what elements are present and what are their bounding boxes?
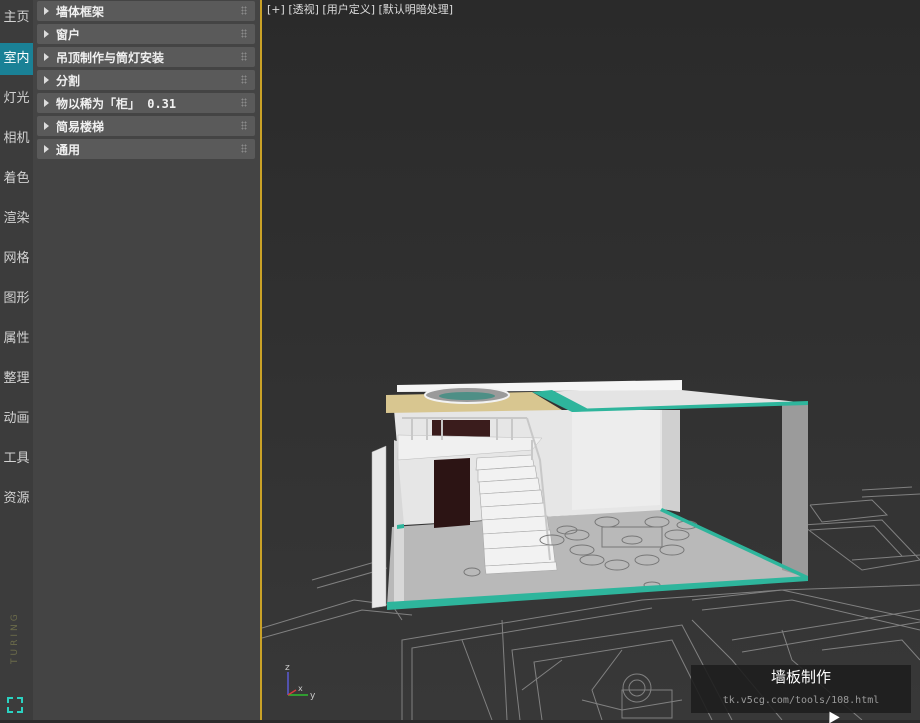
sidebar-tab-properties[interactable]: 属性 xyxy=(0,323,33,355)
sidebar-tabs: 主页 室内 灯光 相机 着色 渲染 网格 图形 属性 整理 动画 工具 资源 T… xyxy=(0,0,33,720)
axis-y-label: y xyxy=(310,691,316,701)
rollout-wall-frame[interactable]: 墙体框架 xyxy=(37,1,255,21)
rollout-simple-stairs[interactable]: 简易楼梯 xyxy=(37,116,255,136)
right-room-back-wall xyxy=(572,410,660,510)
rollout-ceiling-lights[interactable]: 吊顶制作与筒灯安装 xyxy=(37,47,255,67)
drag-grip-icon[interactable] xyxy=(241,98,247,107)
sidebar-tab-shape[interactable]: 图形 xyxy=(0,283,33,315)
sidebar-tab-animation[interactable]: 动画 xyxy=(0,403,33,435)
left-pillar xyxy=(371,445,387,609)
viewport-scene[interactable]: z y x xyxy=(262,0,920,720)
sidebar-tab-shading[interactable]: 着色 xyxy=(0,163,33,195)
rollout-cabinet[interactable]: 物以稀为「柜」 0.31 xyxy=(37,93,255,113)
viewport-label-menu: [+] [透视] [用户定义] [默认明暗处理] xyxy=(267,1,453,17)
sidebar-tab-organize[interactable]: 整理 xyxy=(0,363,33,395)
sidebar-tab-resources[interactable]: 资源 xyxy=(0,483,33,515)
drag-grip-icon[interactable] xyxy=(241,75,247,84)
sidebar-tab-lighting[interactable]: 灯光 xyxy=(0,83,33,115)
axis-z-label: z xyxy=(285,663,290,673)
rollout-windows[interactable]: 窗户 xyxy=(37,24,255,44)
rollout-label: 分割 xyxy=(56,74,81,88)
viewport-shading-menu[interactable]: [默认明暗处理] xyxy=(379,3,454,16)
axis-gizmo: z y x xyxy=(285,663,316,701)
rollout-label: 简易楼梯 xyxy=(56,120,105,134)
rollout-split[interactable]: 分割 xyxy=(37,70,255,90)
rollout-general[interactable]: 通用 xyxy=(37,139,255,159)
sidebar-tab-interior[interactable]: 室内 xyxy=(0,43,33,75)
rollout-label: 吊顶制作与筒灯安装 xyxy=(56,51,165,65)
expand-arrow-icon xyxy=(44,76,49,84)
viewport-user-menu[interactable]: [用户定义] xyxy=(322,3,375,16)
side-wall-right xyxy=(782,403,808,578)
watermark-url: tk.v5cg.com/tools/108.html xyxy=(722,695,880,706)
expand-arrow-icon xyxy=(44,99,49,107)
axis-x-label: x xyxy=(298,684,303,693)
rollout-label: 物以稀为「柜」 0.31 xyxy=(56,97,177,111)
drag-grip-icon[interactable] xyxy=(241,6,247,15)
room-model[interactable] xyxy=(371,380,808,610)
expand-arrow-icon xyxy=(44,53,49,61)
dark-opening xyxy=(434,458,470,528)
sidebar-tab-mesh[interactable]: 网格 xyxy=(0,243,33,275)
rollout-panel: 墙体框架 窗户 吊顶制作与筒灯安装 分割 物以稀为「柜」 0.31 简易楼梯 通… xyxy=(33,0,260,720)
expand-arrow-icon xyxy=(44,7,49,15)
rollout-label: 墙体框架 xyxy=(56,5,105,19)
sidebar-tab-tools[interactable]: 工具 xyxy=(0,443,33,475)
brand-logo: TURING xyxy=(10,611,20,665)
expand-arrow-icon xyxy=(44,122,49,130)
sidebar-tab-render[interactable]: 渲染 xyxy=(0,203,33,235)
perspective-viewport[interactable]: z y x [+] [透视] [用户定义] [默认明暗处理] xyxy=(262,0,920,720)
sidebar-tab-home[interactable]: 主页 xyxy=(0,2,33,34)
expand-arrow-icon xyxy=(44,145,49,153)
rollout-label: 通用 xyxy=(56,143,81,157)
watermark-box: 墙板制作 tk.v5cg.com/tools/108.html xyxy=(691,665,911,713)
viewport-view-menu[interactable]: [透视] xyxy=(288,3,319,16)
drag-grip-icon[interactable] xyxy=(241,52,247,61)
expand-arrow-icon xyxy=(44,30,49,38)
viewport-plus-menu[interactable]: [+] xyxy=(267,3,285,16)
selection-icon[interactable] xyxy=(7,697,23,713)
sidebar-tab-camera[interactable]: 相机 xyxy=(0,123,33,155)
watermark-title: 墙板制作 xyxy=(770,668,831,686)
ceiling-light-inner xyxy=(439,392,495,400)
rollout-label: 窗户 xyxy=(56,28,81,42)
drag-grip-icon[interactable] xyxy=(241,121,247,130)
drag-grip-icon[interactable] xyxy=(241,29,247,38)
drag-grip-icon[interactable] xyxy=(241,144,247,153)
right-wall xyxy=(662,410,680,512)
